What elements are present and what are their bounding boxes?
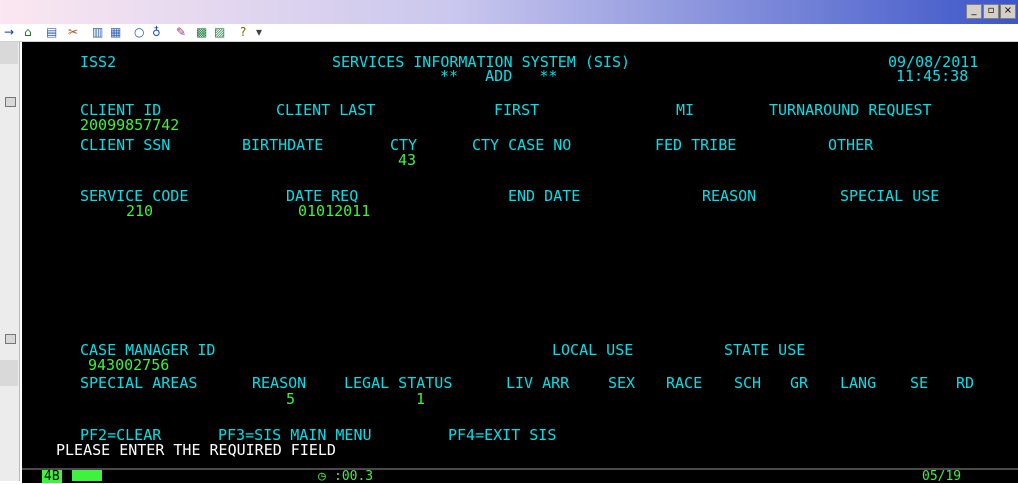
rd-label: RD [956,374,975,392]
toolbar: → ⌂ ▤ ✂ ▥ ▦ ○ ♁ ✎ ▩ ▨ ? ▾ [0,24,1018,42]
close-button[interactable]: × [1000,4,1016,19]
paste-icon[interactable]: ▦ [110,25,121,40]
special-use-label: SPECIAL USE [840,187,940,205]
maximize-button[interactable]: ▫ [983,4,999,19]
date-req-field[interactable]: 01012011 [298,203,370,219]
special-areas-label: SPECIAL AREAS [80,374,198,392]
chart-icon[interactable]: ▩ [196,25,207,40]
other-label: OTHER [828,136,874,154]
new-icon[interactable]: ▤ [46,25,57,40]
edit-icon[interactable]: ✎ [176,25,186,40]
client-ssn-label: CLIENT SSN [80,136,171,154]
turnaround-request-label: TURNAROUND REQUEST [769,101,932,119]
case-manager-id-field[interactable]: 943002756 [88,357,169,373]
minimize-button[interactable]: _ [966,4,982,19]
window-controls: _ ▫ × [966,4,1016,19]
help-icon[interactable]: ? [240,25,246,40]
legal-status-label: LEGAL STATUS [344,374,453,392]
local-use-label: LOCAL USE [552,341,634,359]
client-id-field[interactable]: 20099857742 [80,117,179,133]
gutter-marker [5,97,16,107]
service-code-field[interactable]: 210 [126,203,153,219]
areas-reason-field[interactable]: 5 [286,391,295,407]
session-indicator: 4B [42,469,62,484]
gutter-bar [0,360,18,386]
response-timer: :00.3 [334,469,374,484]
window-titlebar: _ ▫ × [0,0,1018,24]
left-gutter [0,42,20,481]
dropdown-icon[interactable]: ▾ [256,25,262,40]
pf4-exit-key[interactable]: PF4=EXIT SIS [448,427,556,443]
header-time: 11:45:38 [896,67,969,85]
cty-field[interactable]: 43 [398,152,416,168]
fed-tribe-label: FED TRIBE [655,136,737,154]
message-line: PLEASE ENTER THE REQUIRED FIELD [56,441,336,459]
screen-id: ISS2 [80,53,117,71]
reason-label: REASON [702,187,757,205]
birthdate-label: BIRTHDATE [242,136,324,154]
legal-status-field[interactable]: 1 [416,391,425,407]
circle-icon[interactable]: ○ [134,25,144,40]
chart2-icon[interactable]: ▨ [214,25,225,40]
cursor-position: 05/19 [922,469,962,484]
state-use-label: STATE USE [724,341,806,359]
cty-case-no-label: CTY CASE NO [472,136,572,154]
keyboard-lock-indicator [72,470,102,481]
copy-icon[interactable]: ▥ [92,25,103,40]
gutter-bar [0,42,18,64]
globe-icon[interactable]: ♁ [152,25,161,40]
home-icon[interactable]: ⌂ [24,25,32,40]
tools-icon[interactable]: ✂ [68,25,78,40]
end-date-label: END DATE [508,187,581,205]
mi-label: MI [676,101,695,119]
back-arrow-icon[interactable]: → [4,25,14,40]
gr-label: GR [790,374,809,392]
clock-icon: ◷ [318,469,326,484]
liv-arr-label: LIV ARR [506,374,570,392]
mode-indicator: ** ADD ** [440,67,558,85]
race-label: RACE [666,374,703,392]
sch-label: SCH [734,374,762,392]
sex-label: SEX [608,374,636,392]
gutter-marker [5,334,16,344]
se-label: SE [910,374,929,392]
client-last-label: CLIENT LAST [276,101,376,119]
areas-reason-label: REASON [252,374,307,392]
lang-label: LANG [840,374,877,392]
terminal-screen: ISS2 SERVICES INFORMATION SYSTEM (SIS) *… [22,42,1018,468]
first-name-label: FIRST [494,101,540,119]
